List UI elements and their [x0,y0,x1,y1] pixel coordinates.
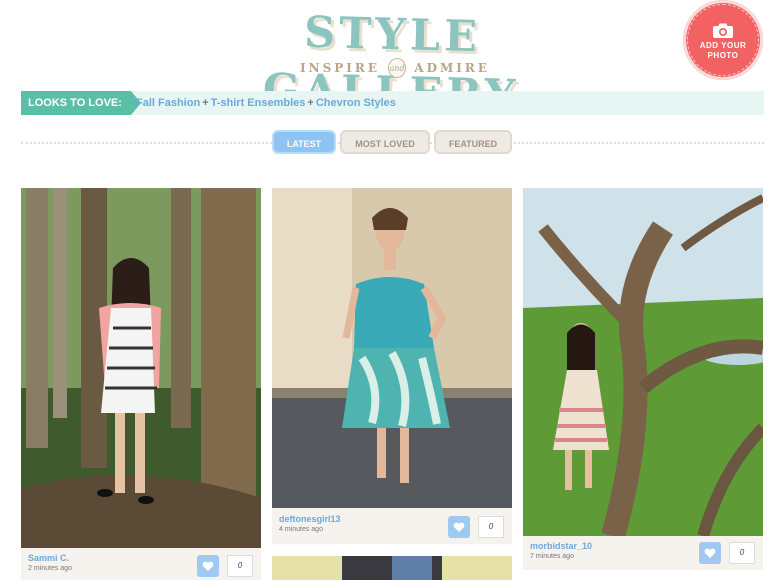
gallery-photo[interactable] [272,188,512,508]
love-count: 0 [227,555,253,577]
love-button[interactable] [448,516,470,538]
heart-icon [704,548,716,558]
photo-partial [272,556,512,580]
gallery-card-1[interactable]: Sammi C. 2 minutes ago 0 [21,188,261,580]
gallery-card-2[interactable]: deftonesgirl13 4 minutes ago 0 [272,188,512,580]
add-your-photo-button[interactable]: ADD YOUR PHOTO [683,0,763,80]
card-timestamp: 4 minutes ago [279,526,323,533]
photo-forest-woman [21,188,261,548]
gallery-photo[interactable] [523,188,763,536]
photo-caption: Sammi C. 2 minutes ago 0 [21,548,261,580]
separator-plus: + [307,97,314,109]
looks-to-love-label: LOOKS TO LOVE: [21,91,141,115]
love-count: 0 [478,516,504,538]
tab-featured[interactable]: FEATURED [434,130,512,154]
love-button[interactable] [699,542,721,564]
card-timestamp: 7 minutes ago [530,553,574,560]
card-timestamp: 2 minutes ago [28,565,72,572]
gallery-card-3[interactable]: morbidstar_10 7 minutes ago 0 [523,188,763,580]
card-username[interactable]: deftonesgirl13 [279,514,341,524]
heart-icon [453,522,465,532]
love-button[interactable] [197,555,219,577]
gallery-photo-next[interactable] [272,556,512,580]
photo-woman-blue-dress [272,188,512,508]
looks-to-love-bar: LOOKS TO LOVE: Fall Fashion + T-shirt Ense… [21,91,764,115]
photo-caption: morbidstar_10 7 minutes ago 0 [523,536,763,570]
badge-dashed-ring [687,4,759,76]
card-username[interactable]: Sammi C. [28,553,69,563]
tagline-admire: ADMIRE [414,61,490,75]
love-count: 0 [729,542,755,564]
looks-link-chevron-styles[interactable]: Chevron Styles [316,97,396,109]
tab-latest[interactable]: LATEST [272,130,336,154]
tagline-and-badge: and [388,58,407,78]
looks-links: Fall Fashion + T-shirt Ensembles + Chevron S… [136,91,396,115]
tab-most-loved[interactable]: MOST LOVED [340,130,430,154]
photo-woman-tree [523,188,763,536]
tagline: INSPIRE and ADMIRE [300,58,490,78]
tagline-inspire: INSPIRE [300,61,381,75]
looks-link-fall-fashion[interactable]: Fall Fashion [136,97,200,109]
looks-link-tshirt-ensembles[interactable]: T-shirt Ensembles [211,97,306,109]
card-username[interactable]: morbidstar_10 [530,541,592,551]
gallery-photo[interactable] [21,188,261,548]
heart-icon [202,561,214,571]
separator-plus: + [202,97,209,109]
photo-caption: deftonesgirl13 4 minutes ago 0 [272,508,512,544]
